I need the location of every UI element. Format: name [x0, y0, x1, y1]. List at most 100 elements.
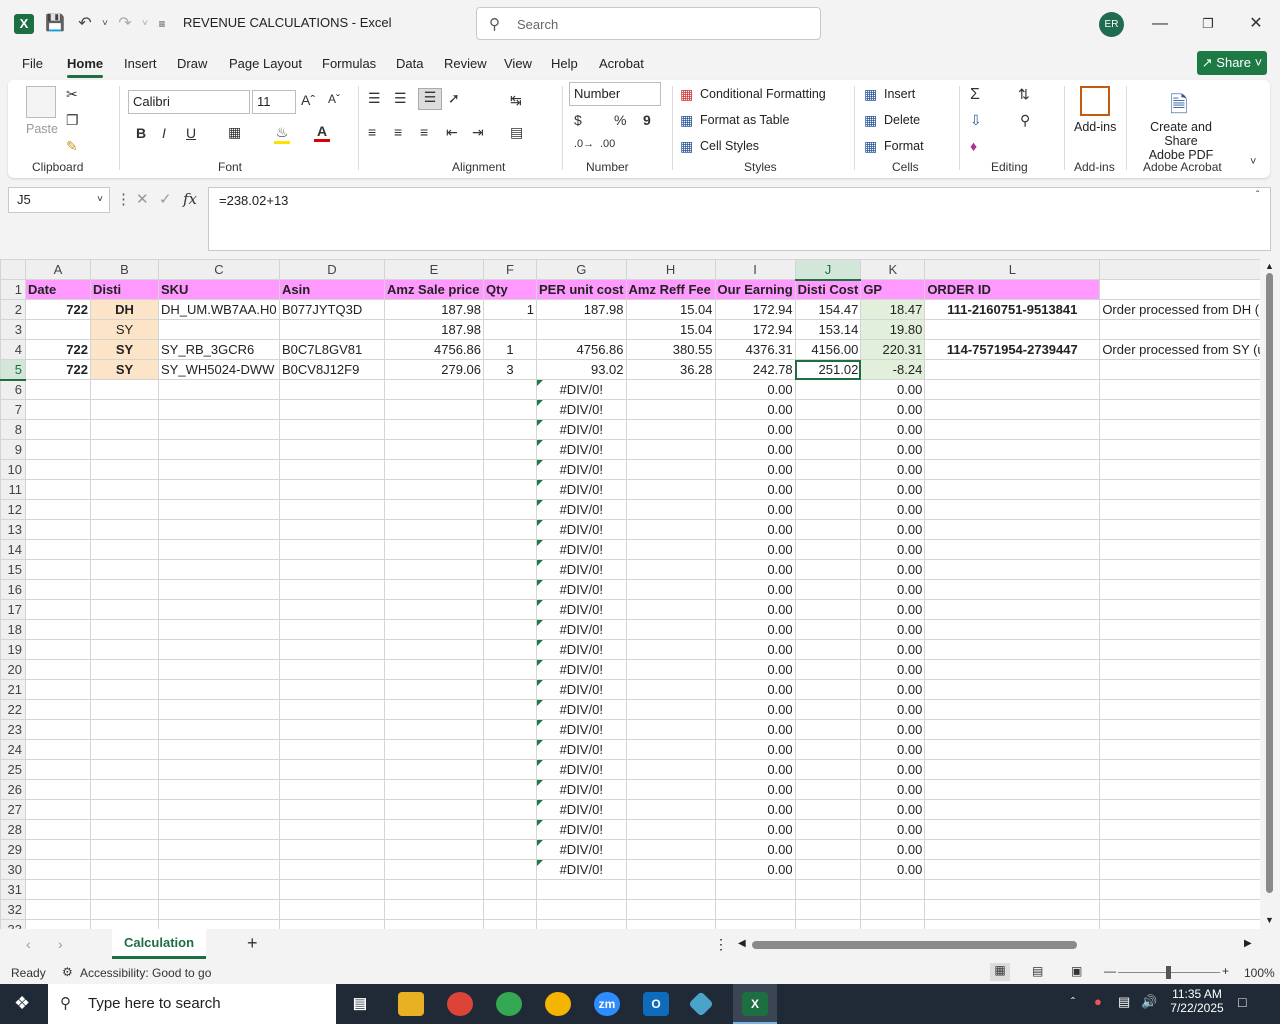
cell-amz-sale-price[interactable]: 187.98	[384, 299, 484, 320]
cell-disti[interactable]	[90, 739, 159, 760]
cell-date[interactable]	[25, 399, 91, 420]
cell-disti-cost[interactable]: 4156.00	[794, 339, 862, 360]
cell-qty[interactable]	[483, 539, 537, 560]
cell-qty[interactable]	[483, 699, 537, 720]
restore-icon[interactable]: ❐	[1196, 12, 1220, 36]
cell-date[interactable]	[25, 459, 91, 480]
cell-disti[interactable]	[90, 759, 159, 780]
cell-qty[interactable]: Qty	[483, 279, 537, 300]
cell-notes[interactable]	[1099, 319, 1269, 340]
cell-per-unit-cost[interactable]: #DIV/0!	[536, 599, 627, 620]
cut-icon[interactable]: ✂	[66, 86, 78, 103]
cell-disti[interactable]	[90, 699, 159, 720]
cell-gp[interactable]: 0.00	[860, 599, 926, 620]
cell-per-unit-cost[interactable]: #DIV/0!	[536, 739, 627, 760]
cell-amz-reff-fee[interactable]: 380.55	[625, 339, 716, 360]
row-header[interactable]: 3	[0, 319, 26, 340]
cell-asin[interactable]	[279, 719, 385, 740]
cell-our-earning[interactable]: 0.00	[714, 859, 796, 880]
cell-disti-cost[interactable]	[794, 719, 862, 740]
cell-amz-reff-fee[interactable]	[625, 559, 716, 580]
cell-order-id[interactable]	[924, 539, 1101, 560]
fill-color-icon[interactable]: ♨	[274, 124, 290, 144]
increase-indent-icon[interactable]: ⇥	[472, 124, 484, 141]
tab-insert[interactable]: Insert	[124, 56, 157, 71]
cell-notes[interactable]	[1099, 639, 1269, 660]
cell-disti-cost[interactable]	[794, 539, 862, 560]
cell-sku[interactable]	[158, 659, 280, 680]
row-header[interactable]: 28	[0, 819, 26, 840]
cell-order-id[interactable]	[924, 819, 1101, 840]
cell-disti-cost[interactable]	[794, 439, 862, 460]
cell-sku[interactable]	[158, 499, 280, 520]
row-header[interactable]: 5	[0, 359, 26, 381]
cell-per-unit-cost[interactable]: 4756.86	[536, 339, 627, 360]
cell-qty[interactable]	[483, 759, 537, 780]
cell-our-earning[interactable]: 0.00	[714, 499, 796, 520]
cell-amz-sale-price[interactable]	[384, 419, 484, 440]
cell-date[interactable]	[25, 419, 91, 440]
next-sheet-icon[interactable]: ›	[58, 936, 63, 952]
cell-our-earning[interactable]: 0.00	[714, 459, 796, 480]
cell-our-earning[interactable]: 0.00	[714, 599, 796, 620]
cell-gp[interactable]: 0.00	[860, 379, 926, 400]
row-header[interactable]: 1	[0, 279, 26, 300]
cell-notes[interactable]	[1099, 619, 1269, 640]
cell-order-id[interactable]	[924, 859, 1101, 880]
outlook-icon[interactable]: O	[643, 992, 669, 1016]
cell-per-unit-cost[interactable]	[536, 919, 627, 929]
cell-notes[interactable]	[1099, 439, 1269, 460]
cell-asin[interactable]	[279, 519, 385, 540]
scrollbar-thumb[interactable]	[1266, 273, 1273, 893]
clear-icon[interactable]: ♦	[970, 138, 977, 154]
cell-disti[interactable]	[90, 399, 159, 420]
cell-date[interactable]	[25, 579, 91, 600]
cell-per-unit-cost[interactable]: #DIV/0!	[536, 639, 627, 660]
cell-disti-cost[interactable]	[794, 459, 862, 480]
cell-gp[interactable]: 19.80	[860, 319, 926, 340]
cell-date[interactable]	[25, 519, 91, 540]
cell-sku[interactable]: DH_UM.WB7AA.H0	[158, 299, 280, 320]
cell-sku[interactable]	[158, 639, 280, 660]
cell-asin[interactable]	[279, 899, 385, 920]
cell-our-earning[interactable]: 0.00	[714, 819, 796, 840]
row-header[interactable]: 33	[0, 919, 26, 929]
cell-amz-reff-fee[interactable]	[625, 699, 716, 720]
cell-disti[interactable]	[90, 799, 159, 820]
cell-our-earning[interactable]: 0.00	[714, 439, 796, 460]
cell-date[interactable]	[25, 859, 91, 880]
number-format-select[interactable]: Number	[569, 82, 661, 106]
expand-formula-icon[interactable]: ˆ	[1256, 190, 1259, 201]
cell-disti-cost[interactable]	[794, 499, 862, 520]
wrap-text-icon[interactable]: ↹	[510, 92, 522, 109]
cell-asin[interactable]	[279, 539, 385, 560]
cell-asin[interactable]	[279, 759, 385, 780]
cell-notes[interactable]	[1099, 699, 1269, 720]
cell-amz-reff-fee[interactable]	[625, 899, 716, 920]
cell-styles-icon[interactable]: ▦	[680, 138, 693, 155]
cell-disti-cost[interactable]	[794, 599, 862, 620]
spreadsheet[interactable]: A B C D E F G H I J K L 1 Date Disti SKU Asi…	[0, 259, 1269, 929]
cell-notes[interactable]	[1099, 659, 1269, 680]
cell-order-id[interactable]	[924, 599, 1101, 620]
cell-qty[interactable]	[483, 439, 537, 460]
cell-sku[interactable]	[158, 419, 280, 440]
cell-amz-sale-price[interactable]	[384, 439, 484, 460]
cell-gp[interactable]: 0.00	[860, 739, 926, 760]
cell-disti[interactable]: DH	[90, 299, 159, 320]
cell-disti-cost[interactable]	[794, 579, 862, 600]
cell-per-unit-cost[interactable]	[536, 899, 627, 920]
bold-icon[interactable]: B	[136, 125, 146, 141]
cell-amz-sale-price[interactable]	[384, 659, 484, 680]
create-pdf-button[interactable]: Create and Share Adobe PDF	[1137, 120, 1225, 162]
cell-date[interactable]	[25, 879, 91, 900]
cell-date[interactable]	[25, 759, 91, 780]
chrome-alt-icon[interactable]	[545, 992, 571, 1016]
select-all-corner[interactable]	[0, 259, 26, 280]
cell-amz-reff-fee[interactable]	[625, 919, 716, 929]
row-header[interactable]: 26	[0, 779, 26, 800]
conditional-formatting-button[interactable]: Conditional Formatting	[700, 87, 826, 101]
cell-gp[interactable]: 0.00	[860, 579, 926, 600]
cell-order-id[interactable]	[924, 559, 1101, 580]
cell-amz-sale-price[interactable]	[384, 639, 484, 660]
